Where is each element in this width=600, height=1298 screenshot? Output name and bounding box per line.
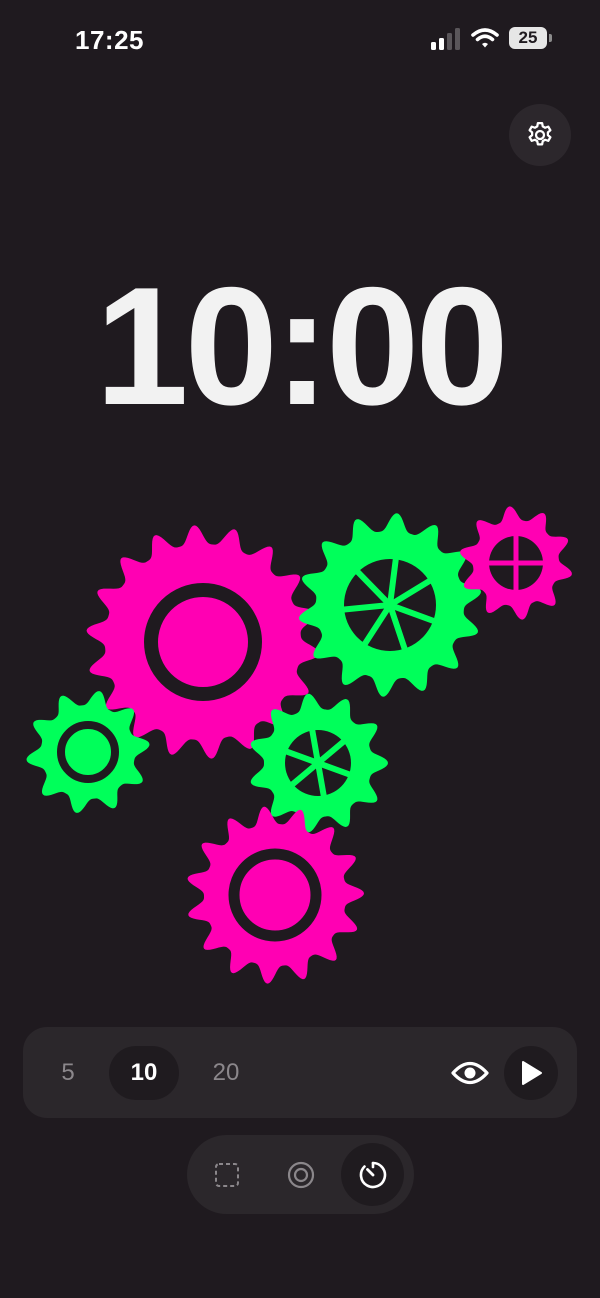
timer-display: 10:00 [95, 252, 509, 440]
mode-timer-button[interactable] [341, 1143, 404, 1206]
dashed-square-icon [214, 1162, 239, 1187]
battery-icon: 25 [509, 27, 553, 51]
duration-control-bar: 5 10 20 [23, 1027, 577, 1118]
gear-magenta-bottom [187, 806, 364, 984]
gears-illustration [26, 506, 572, 984]
duration-option-5[interactable]: 5 [48, 1046, 88, 1100]
duration-option-10[interactable]: 10 [109, 1046, 179, 1100]
mode-square-button[interactable] [195, 1143, 258, 1206]
visibility-toggle-button[interactable] [443, 1046, 497, 1100]
concentric-circle-icon [287, 1161, 314, 1188]
status-time: 17:25 [75, 25, 144, 55]
wifi-icon [471, 28, 499, 48]
play-icon [522, 1061, 542, 1085]
mode-selector [187, 1135, 414, 1214]
gear-small-green [26, 691, 150, 813]
gear-icon [528, 122, 552, 146]
cellular-signal-icon [431, 28, 460, 50]
eye-icon [451, 1061, 489, 1085]
settings-button[interactable] [509, 104, 571, 166]
play-button[interactable] [504, 1046, 558, 1100]
duration-option-20[interactable]: 20 [201, 1046, 251, 1100]
timer-icon [359, 1161, 386, 1188]
battery-level: 25 [518, 28, 538, 47]
mode-circle-button[interactable] [269, 1143, 332, 1206]
status-bar: 17:25 25 [0, 0, 600, 80]
